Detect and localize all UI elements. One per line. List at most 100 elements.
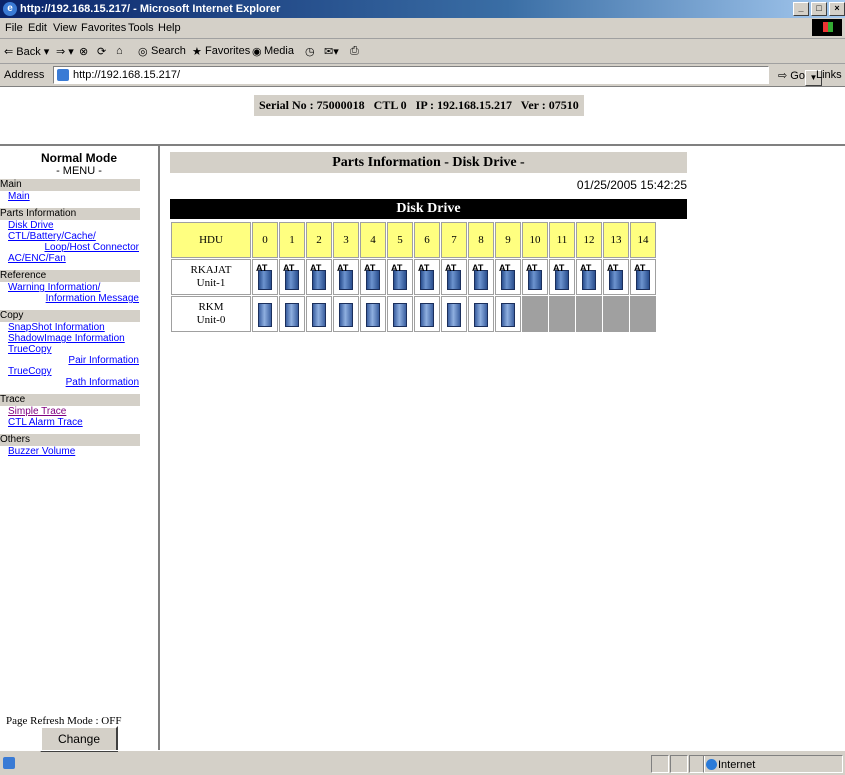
link-shadowimage[interactable]: ShadowImage Information bbox=[8, 333, 158, 344]
home-icon[interactable]: ⌂ bbox=[116, 45, 123, 57]
disk-slot[interactable]: AT bbox=[414, 259, 440, 295]
forward-button[interactable]: ⇒ ▾ bbox=[56, 45, 74, 58]
disk-slot[interactable]: AT bbox=[576, 259, 602, 295]
link-path-info[interactable]: Path Information bbox=[8, 377, 139, 388]
disk-slot[interactable]: AT bbox=[387, 259, 413, 295]
empty-slot bbox=[549, 296, 575, 332]
disk-slot[interactable] bbox=[441, 296, 467, 332]
device-info: Serial No : 75000018 CTL 0 IP : 192.168.… bbox=[254, 95, 584, 116]
address-input[interactable]: http://192.168.15.217/ ▼ bbox=[53, 66, 822, 86]
menu-subtitle: - MENU - bbox=[56, 165, 102, 177]
mail-icon[interactable]: ✉▾ bbox=[324, 45, 339, 58]
media-button[interactable]: Media bbox=[264, 45, 294, 57]
disk-slot[interactable] bbox=[360, 296, 386, 332]
slot-header: 11 bbox=[549, 222, 575, 258]
disk-slot[interactable]: AT bbox=[522, 259, 548, 295]
window-title: http://192.168.15.217/ - Microsoft Inter… bbox=[20, 3, 281, 15]
favorites-icon[interactable]: ★ bbox=[192, 45, 202, 58]
disk-slot[interactable] bbox=[387, 296, 413, 332]
link-info-message[interactable]: Information Message bbox=[8, 293, 139, 304]
link-truecopy-pair[interactable]: TrueCopy bbox=[8, 344, 158, 355]
window-title-bar: e http://192.168.15.217/ - Microsoft Int… bbox=[0, 0, 845, 18]
search-icon[interactable]: ◎ bbox=[138, 45, 148, 58]
section-parts: Parts Information bbox=[0, 208, 140, 220]
back-button[interactable]: ⇐ Back ▾ bbox=[4, 45, 49, 58]
menu-edit[interactable]: Edit bbox=[28, 22, 47, 34]
disk-slot[interactable]: AT bbox=[306, 259, 332, 295]
disk-drive-icon bbox=[499, 301, 517, 327]
ie-logo-icon: e bbox=[3, 2, 17, 16]
timestamp: 01/25/2005 15:42:25 bbox=[576, 178, 687, 192]
disk-slot[interactable]: AT bbox=[630, 259, 656, 295]
disk-slot[interactable]: AT bbox=[360, 259, 386, 295]
disk-drive-icon bbox=[337, 301, 355, 327]
disk-slot[interactable] bbox=[252, 296, 278, 332]
disk-slot[interactable] bbox=[306, 296, 332, 332]
disk-slot[interactable]: AT bbox=[333, 259, 359, 295]
menu-help[interactable]: Help bbox=[158, 22, 181, 34]
stop-icon[interactable]: ⊗ bbox=[79, 45, 88, 58]
disk-slot[interactable]: AT bbox=[252, 259, 278, 295]
media-icon[interactable]: ◉ bbox=[252, 45, 262, 58]
status-panel bbox=[670, 755, 688, 773]
disk-drive-table: HDU 0 1 2 3 4 5 6 7 8 9 10 11 12 13 14 R… bbox=[170, 221, 657, 333]
close-button[interactable]: × bbox=[829, 2, 845, 16]
change-button[interactable]: Change bbox=[40, 726, 118, 752]
section-copy: Copy bbox=[0, 310, 140, 322]
menu-file[interactable]: File bbox=[5, 22, 23, 34]
link-snapshot[interactable]: SnapShot Information bbox=[8, 322, 158, 333]
favorites-button[interactable]: Favorites bbox=[205, 45, 250, 57]
maximize-button[interactable]: □ bbox=[811, 2, 827, 16]
link-ac-enc-fan[interactable]: AC/ENC/Fan bbox=[8, 253, 158, 264]
disk-slot[interactable]: AT bbox=[549, 259, 575, 295]
search-button[interactable]: Search bbox=[151, 45, 186, 57]
disk-slot[interactable] bbox=[279, 296, 305, 332]
disk-drive-icon: AT bbox=[310, 264, 328, 290]
status-panel bbox=[651, 755, 669, 773]
go-button[interactable]: ⇨ Go bbox=[778, 69, 805, 82]
section-trace: Trace bbox=[0, 394, 140, 406]
disk-slot[interactable] bbox=[495, 296, 521, 332]
minimize-button[interactable]: _ bbox=[793, 2, 809, 16]
disk-slot[interactable]: AT bbox=[495, 259, 521, 295]
empty-slot bbox=[576, 296, 602, 332]
refresh-icon[interactable]: ⟳ bbox=[97, 45, 106, 58]
slot-header: 0 bbox=[252, 222, 278, 258]
disk-slot[interactable]: AT bbox=[441, 259, 467, 295]
link-ctl-alarm-trace[interactable]: CTL Alarm Trace bbox=[8, 417, 158, 428]
menu-tools[interactable]: Tools bbox=[128, 22, 154, 34]
link-disk-drive[interactable]: Disk Drive bbox=[8, 220, 158, 231]
link-buzzer-volume[interactable]: Buzzer Volume bbox=[8, 446, 158, 457]
menu-favorites[interactable]: Favorites bbox=[81, 22, 126, 34]
menu-view[interactable]: View bbox=[53, 22, 77, 34]
disk-drive-icon bbox=[472, 301, 490, 327]
disk-slot[interactable]: AT bbox=[468, 259, 494, 295]
link-warning-info[interactable]: Warning Information/ bbox=[8, 282, 158, 293]
disk-slot[interactable]: AT bbox=[603, 259, 629, 295]
slot-header: 7 bbox=[441, 222, 467, 258]
disk-drive-icon: AT bbox=[364, 264, 382, 290]
disk-slot[interactable] bbox=[468, 296, 494, 332]
links-button[interactable]: Links bbox=[816, 69, 842, 81]
header-frame: Serial No : 75000018 CTL 0 IP : 192.168.… bbox=[0, 87, 845, 146]
disk-drive-icon: AT bbox=[256, 264, 274, 290]
disk-drive-icon bbox=[283, 301, 301, 327]
link-simple-trace[interactable]: Simple Trace bbox=[8, 406, 158, 417]
link-pair-info[interactable]: Pair Information bbox=[8, 355, 139, 366]
disk-slot[interactable]: AT bbox=[279, 259, 305, 295]
slot-header: 5 bbox=[387, 222, 413, 258]
disk-slot[interactable] bbox=[333, 296, 359, 332]
disk-drive-icon bbox=[418, 301, 436, 327]
link-ctl-battery[interactable]: CTL/Battery/Cache/ bbox=[8, 231, 158, 242]
print-icon[interactable]: ⎙ bbox=[350, 45, 359, 58]
disk-drive-icon bbox=[256, 301, 274, 327]
table-title: Disk Drive bbox=[170, 199, 687, 219]
link-main[interactable]: Main bbox=[8, 191, 158, 202]
page-icon bbox=[57, 69, 69, 81]
hdu-header: HDU bbox=[171, 222, 251, 258]
internet-globe-icon bbox=[706, 759, 717, 770]
disk-slot[interactable] bbox=[414, 296, 440, 332]
link-loop-host[interactable]: Loop/Host Connector bbox=[8, 242, 139, 253]
history-icon[interactable]: ◷ bbox=[305, 45, 315, 58]
link-truecopy-path[interactable]: TrueCopy bbox=[8, 366, 158, 377]
